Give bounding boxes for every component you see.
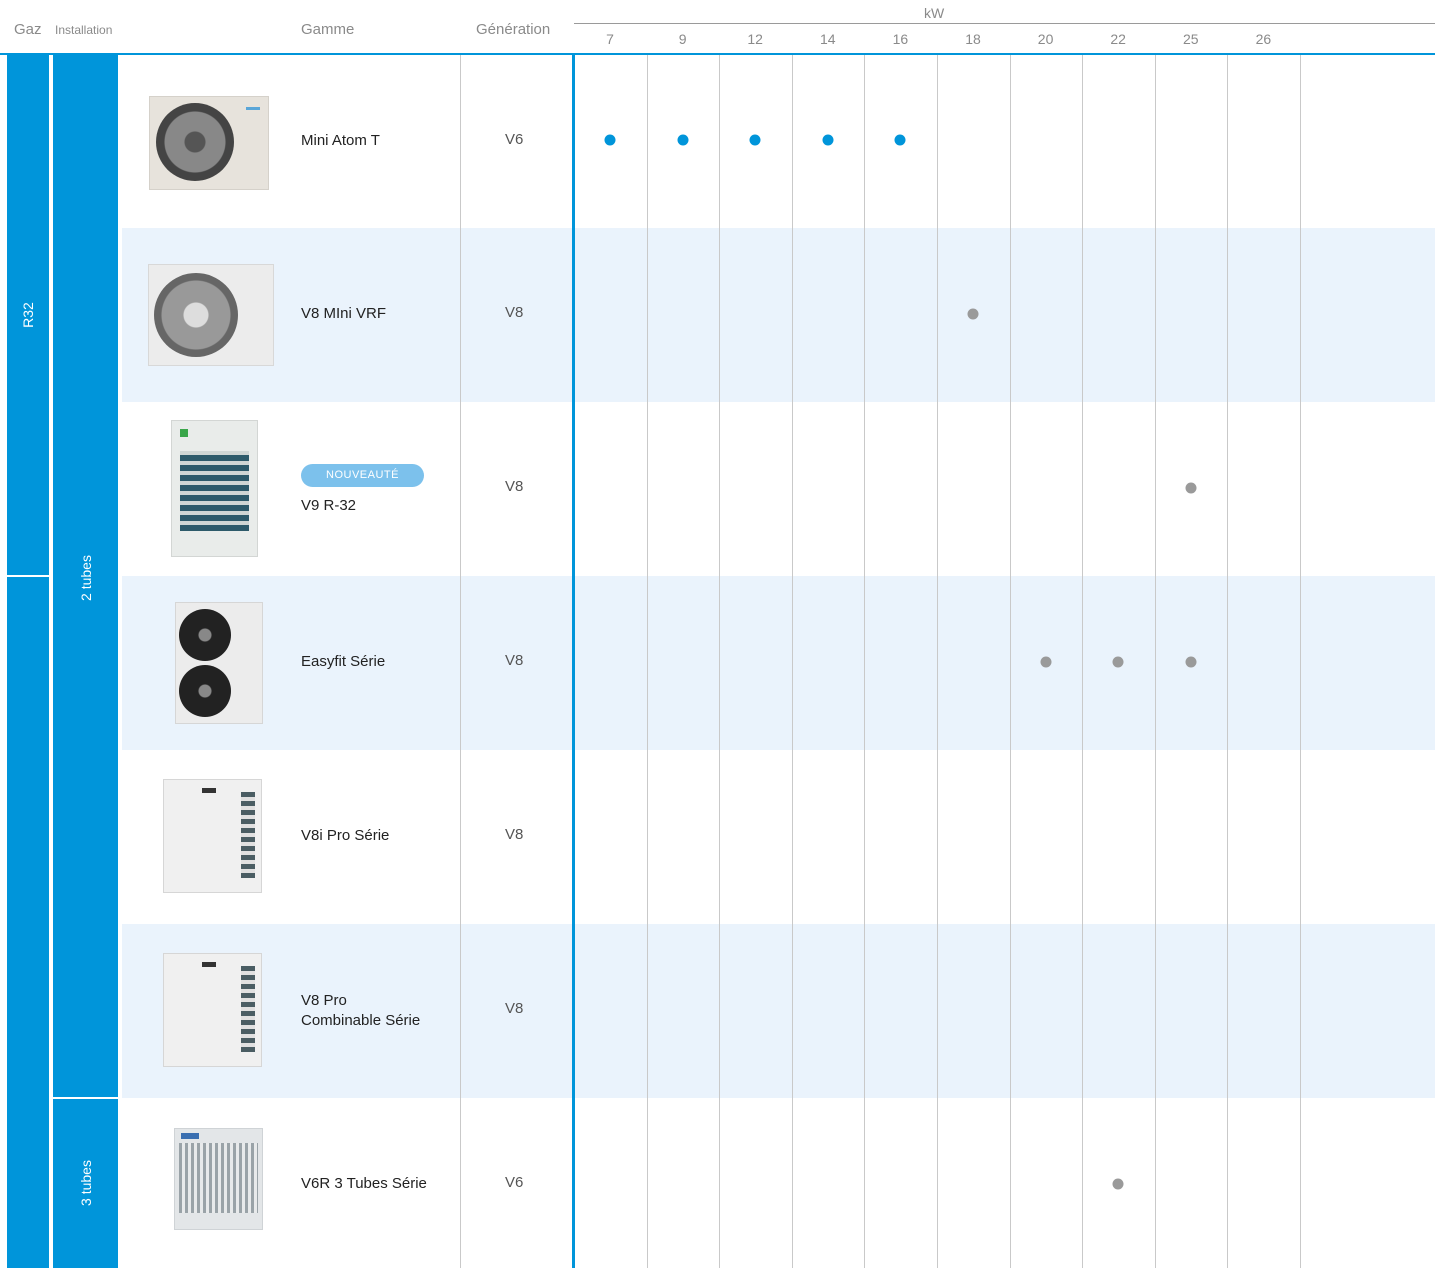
product-name: Easyfit Série <box>301 653 386 670</box>
grid-line <box>647 55 648 1268</box>
fan-icon <box>179 609 231 661</box>
grid-line <box>792 55 793 1268</box>
grid-line <box>1155 55 1156 1268</box>
product-name: Mini Atom T <box>301 132 380 149</box>
generation-value: V8 <box>505 304 524 321</box>
generation-value: V8 <box>505 1000 524 1017</box>
availability-dot <box>1112 656 1124 668</box>
installation-label-2-tubes: 2 tubes <box>78 555 94 601</box>
gas-cell-lower <box>7 577 49 1268</box>
product-name: V8 MIni VRF <box>301 305 387 322</box>
product-image-v8-pro-combinable <box>163 953 262 1067</box>
header-installation: Installation <box>55 23 113 37</box>
generation-value: V6 <box>505 131 524 148</box>
product-image-v9-r32 <box>171 420 258 557</box>
product-name-line1: V8 Pro <box>301 992 347 1009</box>
generation-value: V8 <box>505 478 524 495</box>
availability-dot <box>1112 1178 1124 1190</box>
kw-column-label: 9 <box>678 31 687 47</box>
availability-dot <box>894 134 906 146</box>
availability-dot <box>677 134 689 146</box>
availability-dot <box>1185 482 1197 494</box>
product-name: V9 R-32 <box>301 497 357 514</box>
availability-dot <box>1040 656 1052 668</box>
header-gamme: Gamme <box>301 21 355 38</box>
gas-cell-r32: R32 <box>7 55 49 575</box>
product-image-v6r-3-tubes <box>174 1128 263 1230</box>
grid-line <box>719 55 720 1268</box>
header-accent-line <box>0 53 1435 55</box>
product-image-mini-atom-t <box>149 96 269 190</box>
grid-line <box>1300 55 1301 1268</box>
kw-column-label: 25 <box>1183 31 1199 47</box>
installation-cell-2-tubes: 2 tubes <box>53 55 118 1097</box>
new-badge: NOUVEAUTÉ <box>301 464 424 487</box>
product-name-line2: Combinable Série <box>301 1012 421 1029</box>
kw-column-label: 20 <box>1037 31 1054 47</box>
product-image-easyfit <box>175 602 263 724</box>
generation-value: V8 <box>505 826 524 843</box>
kw-header-rule <box>574 23 1435 24</box>
kw-column-label: 22 <box>1110 31 1126 47</box>
header-kw-unit: kW <box>924 5 945 21</box>
generation-value: V6 <box>505 1174 524 1191</box>
installation-cell-3-tubes: 3 tubes <box>53 1099 118 1268</box>
gas-label-r32: R32 <box>20 302 36 328</box>
product-image-v8i-pro <box>163 779 262 893</box>
product-name: V6R 3 Tubes Série <box>301 1175 427 1192</box>
product-name: V8i Pro Série <box>301 827 390 844</box>
kw-column-label: 26 <box>1255 31 1272 47</box>
fan-icon <box>154 273 238 357</box>
fan-icon <box>179 665 231 717</box>
availability-dot <box>967 308 979 320</box>
generation-value: V8 <box>505 652 524 669</box>
grid-line <box>1227 55 1228 1268</box>
grid-line <box>937 55 938 1268</box>
product-image-v8-mini-vrf <box>148 264 274 366</box>
availability-dot <box>822 134 834 146</box>
grid-line <box>1010 55 1011 1268</box>
grid-line <box>460 55 461 1268</box>
kw-column-label: 18 <box>965 31 981 47</box>
kw-column-label: 14 <box>820 31 836 47</box>
grid-line <box>1082 55 1083 1268</box>
kw-column-label: 16 <box>892 31 909 47</box>
kw-column-label: 12 <box>747 31 763 47</box>
kw-start-line <box>572 55 575 1268</box>
fan-icon <box>156 103 234 181</box>
availability-dot <box>1185 656 1197 668</box>
grid-line <box>864 55 865 1268</box>
installation-label-3-tubes: 3 tubes <box>78 1160 94 1206</box>
header-generation: Génération <box>476 21 551 38</box>
header-gaz: Gaz <box>14 21 42 38</box>
availability-dot <box>604 134 616 146</box>
kw-column-label: 7 <box>606 31 614 47</box>
availability-dot <box>749 134 761 146</box>
